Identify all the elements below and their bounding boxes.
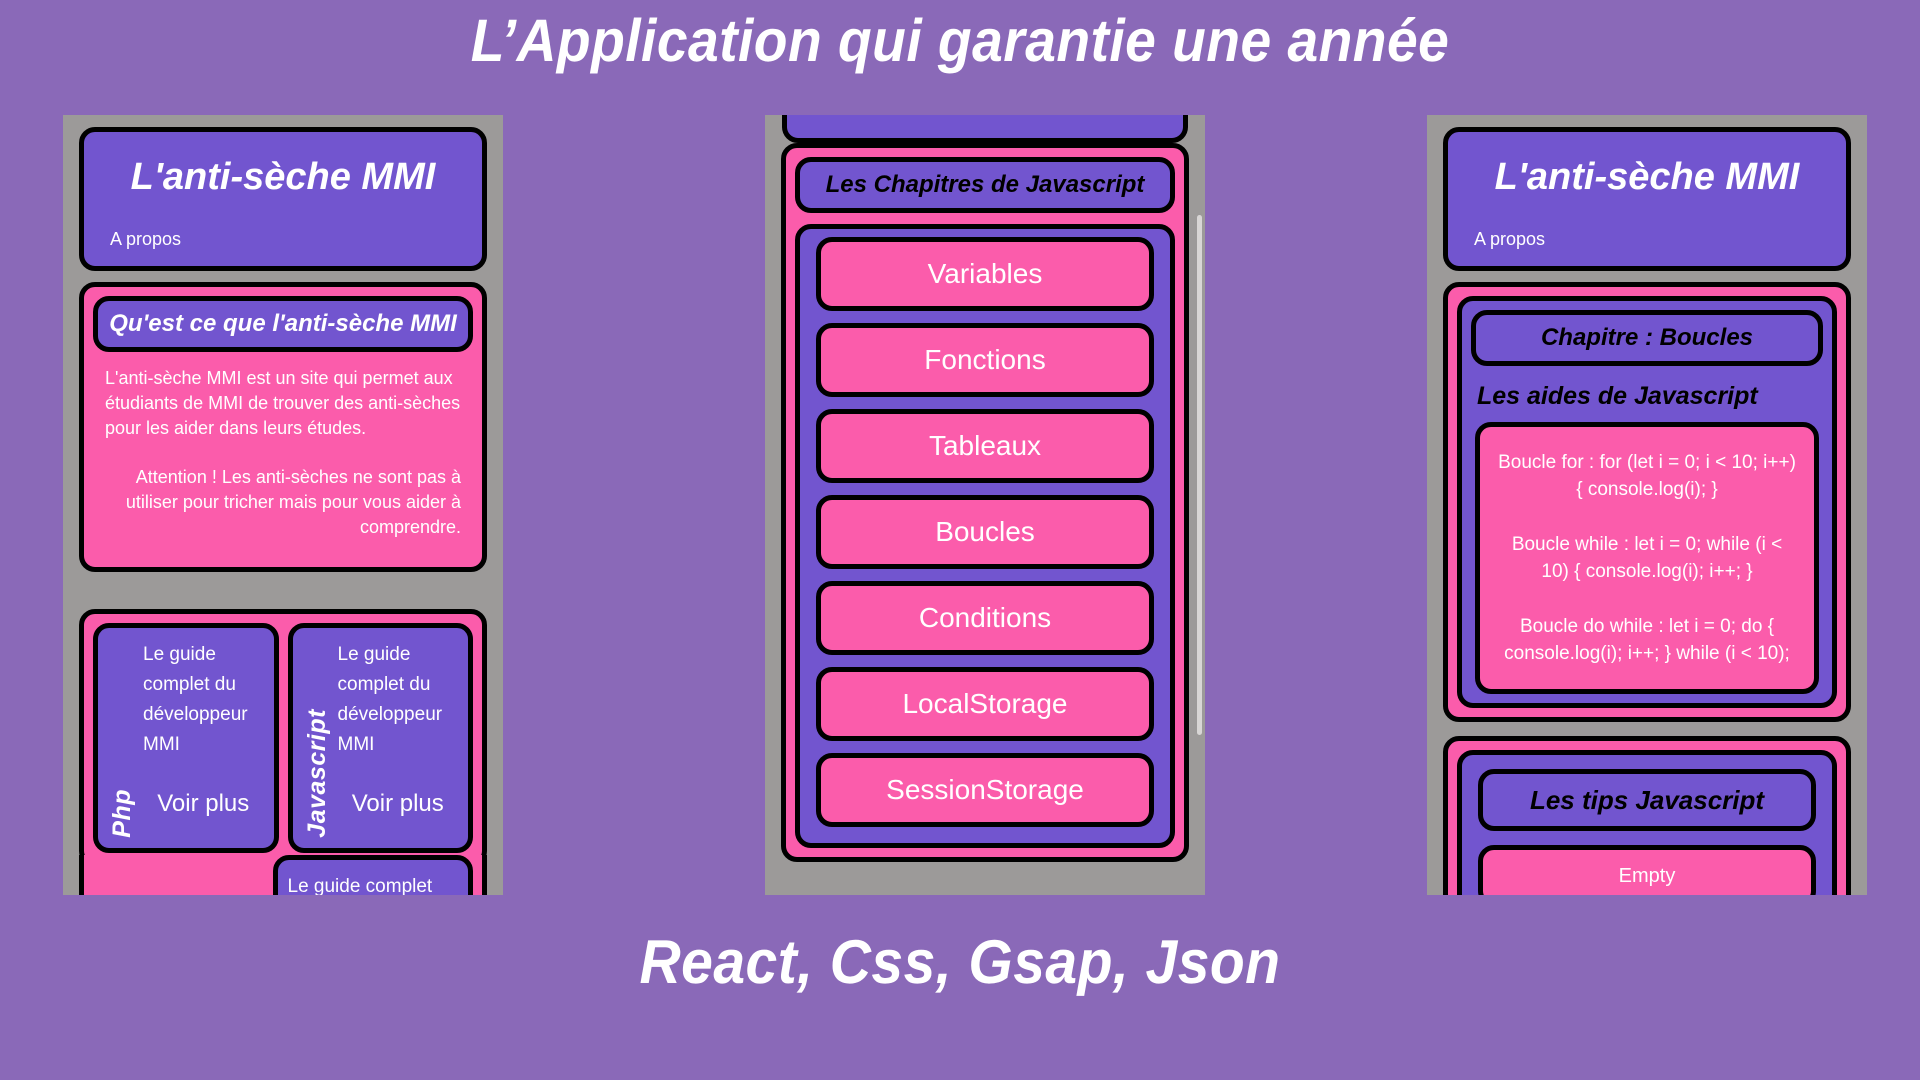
about-paragraph-2: Attention ! Les anti-sèches ne sont pas … [125, 467, 461, 537]
about-paragraph-1: L'anti-sèche MMI est un site qui permet … [105, 368, 461, 438]
tips-inner-panel: Les tips Javascript Empty [1457, 750, 1837, 895]
scrollbar-thumb[interactable] [1197, 215, 1202, 735]
chapter-section: Chapitre : Boucles Les aides de Javascri… [1443, 282, 1851, 722]
code-examples-box: Boucle for : for (let i = 0; i < 10; i++… [1475, 422, 1819, 694]
aides-heading: Les aides de Javascript [1477, 382, 1758, 410]
chapter-item-fonctions[interactable]: Fonctions [816, 323, 1154, 397]
guide-lang-label-php: Php [108, 789, 136, 838]
app-title-right: L'anti-sèche MMI [1494, 156, 1800, 198]
phones-stage: L'anti-sèche MMI A propos Qu'est ce que … [0, 115, 1920, 895]
chapters-list: Variables Fonctions Tableaux Boucles Con… [795, 224, 1175, 848]
guides-section: Php Le guide complet du développeur MMI … [79, 609, 487, 867]
guide-more-link-javascript[interactable]: Voir plus [352, 788, 444, 820]
code-line-for: Boucle for : for (let i = 0; i < 10; i++… [1498, 452, 1796, 500]
chapters-section: Les Chapitres de Javascript Variables Fo… [781, 143, 1189, 862]
tech-stack-label: React, Css, Gsap, Json [639, 928, 1281, 997]
guides-section-row2: Le guide complet du [79, 855, 487, 895]
chapter-item-sessionstorage[interactable]: SessionStorage [816, 753, 1154, 827]
guide-more-link-php[interactable]: Voir plus [157, 788, 249, 820]
chapter-item-conditions[interactable]: Conditions [816, 581, 1154, 655]
left-phone-content: L'anti-sèche MMI A propos Qu'est ce que … [63, 127, 503, 895]
guide-text-javascript: Le guide complet du développeur MMI [337, 644, 443, 755]
tips-empty-state: Empty [1478, 845, 1816, 895]
app-subtitle-a-propos[interactable]: A propos [110, 226, 456, 252]
guides-row2-spacer [93, 855, 264, 895]
guide-lang-label-javascript: Javascript [302, 709, 331, 838]
tips-section-title: Les tips Javascript [1478, 769, 1816, 831]
phone-mockup-middle: Les Chapitres de Javascript Variables Fo… [765, 115, 1205, 895]
middle-phone-content: Les Chapitres de Javascript Variables Fo… [765, 143, 1205, 862]
code-line-while: Boucle while : let i = 0; while (i < 10)… [1511, 534, 1783, 582]
app-header-card: L'anti-sèche MMI A propos [79, 127, 487, 271]
chapter-item-variables[interactable]: Variables [816, 237, 1154, 311]
clipped-header-bar [782, 115, 1188, 143]
chapter-item-tableaux[interactable]: Tableaux [816, 409, 1154, 483]
code-line-do-while: Boucle do while : let i = 0; do { consol… [1504, 616, 1790, 664]
app-header-card-right: L'anti-sèche MMI A propos [1443, 127, 1851, 271]
phone-mockup-left: L'anti-sèche MMI A propos Qu'est ce que … [63, 115, 503, 895]
about-section-title: Qu'est ce que l'anti-sèche MMI [93, 296, 473, 352]
guide-card-javascript[interactable]: Javascript Le guide complet du développe… [287, 623, 473, 853]
chapter-item-localstorage[interactable]: LocalStorage [816, 667, 1154, 741]
chapter-inner-panel: Chapitre : Boucles Les aides de Javascri… [1457, 296, 1837, 708]
right-phone-content: L'anti-sèche MMI A propos Chapitre : Bou… [1427, 127, 1867, 895]
page-title: L’Application qui garantie une année [470, 7, 1450, 74]
about-section-body: L'anti-sèche MMI est un site qui permet … [93, 352, 473, 558]
guide-card-php[interactable]: Php Le guide complet du développeur MMI … [93, 623, 279, 853]
guide-text-php: Le guide complet du développeur MMI [143, 644, 248, 755]
about-section: Qu'est ce que l'anti-sèche MMI L'anti-sè… [79, 282, 487, 572]
chapter-item-boucles[interactable]: Boucles [816, 495, 1154, 569]
guide-text-row2: Le guide complet du [287, 876, 433, 895]
tips-section: Les tips Javascript Empty [1443, 736, 1851, 895]
app-title: L'anti-sèche MMI [130, 156, 436, 198]
chapters-section-title: Les Chapitres de Javascript [795, 157, 1175, 213]
chapter-section-title: Chapitre : Boucles [1471, 310, 1823, 366]
guide-card-row2[interactable]: Le guide complet du [272, 855, 473, 895]
phone-mockup-right: L'anti-sèche MMI A propos Chapitre : Bou… [1427, 115, 1867, 895]
app-subtitle-a-propos-right[interactable]: A propos [1474, 226, 1820, 252]
